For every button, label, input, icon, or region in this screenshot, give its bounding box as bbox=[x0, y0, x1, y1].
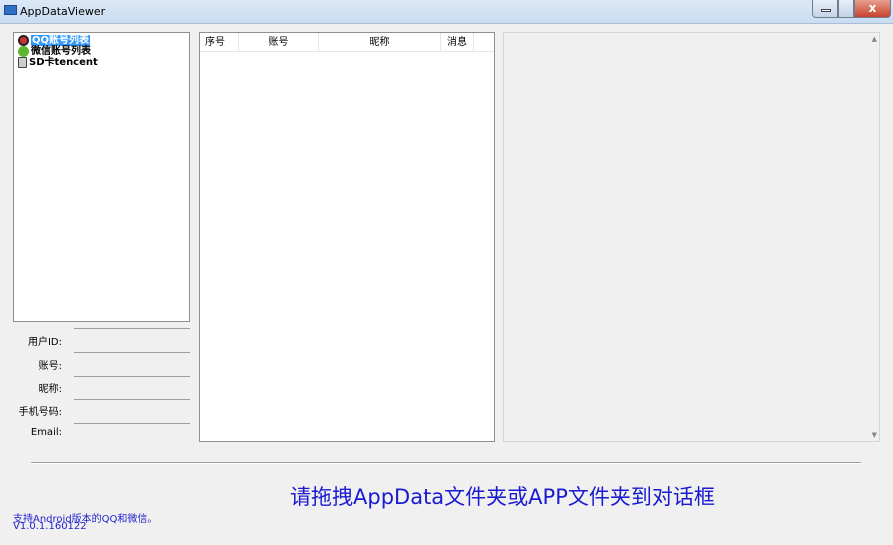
email-field[interactable] bbox=[74, 423, 190, 440]
tree-item-label: QQ账号列表 bbox=[31, 35, 91, 46]
title-bar: AppDataViewer x bbox=[0, 0, 893, 24]
email-label: Email: bbox=[30, 427, 62, 438]
separator bbox=[31, 462, 861, 464]
detail-panel[interactable]: ▲ ▼ bbox=[503, 32, 880, 442]
account-tree[interactable]: QQ账号列表 微信账号列表 SD卡tencent bbox=[13, 32, 190, 322]
list-header: 序号 账号 昵称 消息 bbox=[200, 33, 494, 52]
account-field[interactable] bbox=[74, 352, 190, 369]
maximize-button[interactable] bbox=[838, 0, 854, 18]
close-button[interactable]: x bbox=[854, 0, 891, 18]
tree-item-wechat[interactable]: 微信账号列表 bbox=[18, 46, 185, 57]
tree-item-sdcard[interactable]: SD卡tencent bbox=[18, 57, 185, 68]
user-id-field[interactable] bbox=[74, 328, 190, 345]
account-label: 账号: bbox=[38, 361, 62, 372]
column-header-messages[interactable]: 消息 bbox=[441, 33, 474, 51]
phone-label: 手机号码: bbox=[18, 407, 62, 418]
nickname-label: 昵称: bbox=[38, 384, 62, 395]
version-text: V1.0.1.160122 bbox=[13, 521, 87, 532]
wechat-icon bbox=[18, 46, 29, 57]
account-list[interactable]: 序号 账号 昵称 消息 bbox=[199, 32, 495, 442]
sd-card-icon bbox=[18, 57, 27, 68]
user-id-label: 用户ID: bbox=[27, 337, 62, 348]
tree-item-label: 微信账号列表 bbox=[31, 46, 91, 57]
column-header-account[interactable]: 账号 bbox=[239, 33, 319, 51]
phone-field[interactable] bbox=[74, 399, 190, 416]
nickname-field[interactable] bbox=[74, 376, 190, 393]
app-icon bbox=[4, 5, 17, 15]
column-header-nickname[interactable]: 昵称 bbox=[319, 33, 441, 51]
tree-item-label: SD卡tencent bbox=[29, 57, 98, 68]
column-header-index[interactable]: 序号 bbox=[200, 33, 239, 51]
scroll-up-icon[interactable]: ▲ bbox=[872, 35, 877, 43]
drop-hint: 请拖拽AppData文件夹或APP文件夹到对话框 bbox=[290, 485, 715, 509]
minimize-button[interactable] bbox=[812, 0, 838, 18]
tree-item-qq[interactable]: QQ账号列表 bbox=[18, 35, 185, 46]
qq-penguin-icon bbox=[18, 35, 29, 46]
window-title: AppDataViewer bbox=[20, 5, 106, 18]
scroll-down-icon[interactable]: ▼ bbox=[872, 431, 877, 439]
